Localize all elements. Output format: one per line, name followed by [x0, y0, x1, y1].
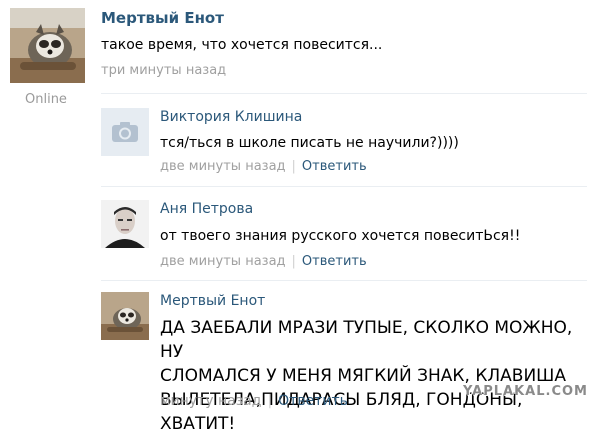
comment-author[interactable]: Мертвый Енот: [160, 293, 265, 309]
comment-timestamp[interactable]: две минуты назад: [160, 159, 286, 174]
divider: [101, 186, 587, 187]
comment-text: от твоего знания русского хочется повеси…: [160, 228, 521, 244]
meta-separator: |: [291, 254, 296, 269]
divider: [101, 93, 587, 94]
comment-meta: две минуты назад | Ответить: [160, 159, 367, 174]
watermark: YAPLAKAL.COM: [463, 384, 588, 399]
reply-link[interactable]: Ответить: [302, 159, 367, 174]
comment-meta: две минуты назад | Ответить: [160, 254, 367, 269]
divider: [101, 280, 587, 281]
post-text: такое время, что хочется повесится...: [101, 37, 383, 53]
comment-author[interactable]: Аня Петрова: [160, 201, 253, 217]
comment-timestamp[interactable]: две минуты назад: [160, 254, 286, 269]
comment-timestamp[interactable]: минуту назад: [160, 393, 261, 409]
comment-text: тся/ться в школе писать не научили?)))): [160, 135, 459, 151]
online-status: Online: [25, 92, 67, 107]
comment-meta: минуту назад | Ответить: [160, 393, 348, 409]
comment-avatar[interactable]: [101, 108, 149, 156]
reply-link[interactable]: Ответить: [302, 254, 367, 269]
comment-text: ДА ЗАЕБАЛИ МРАЗИ ТУПЫЕ, СКОЛКО МОЖНО, НУ…: [160, 316, 590, 436]
post-timestamp[interactable]: три минуты назад: [101, 63, 226, 78]
reply-link[interactable]: Ответить: [278, 393, 348, 409]
comment-avatar[interactable]: [101, 292, 149, 340]
meta-separator: |: [291, 159, 296, 174]
post-author-avatar[interactable]: [10, 8, 85, 83]
camera-icon: [112, 122, 138, 142]
meta-separator: |: [267, 393, 273, 409]
comment-author[interactable]: Виктория Клишина: [160, 109, 302, 125]
post-author-name[interactable]: Мертвый Енот: [101, 9, 224, 27]
comment-avatar[interactable]: [101, 200, 149, 248]
comment-text-line: ДА ЗАЕБАЛИ МРАЗИ ТУПЫЕ, СКОЛКО МОЖНО, НУ: [160, 318, 573, 362]
